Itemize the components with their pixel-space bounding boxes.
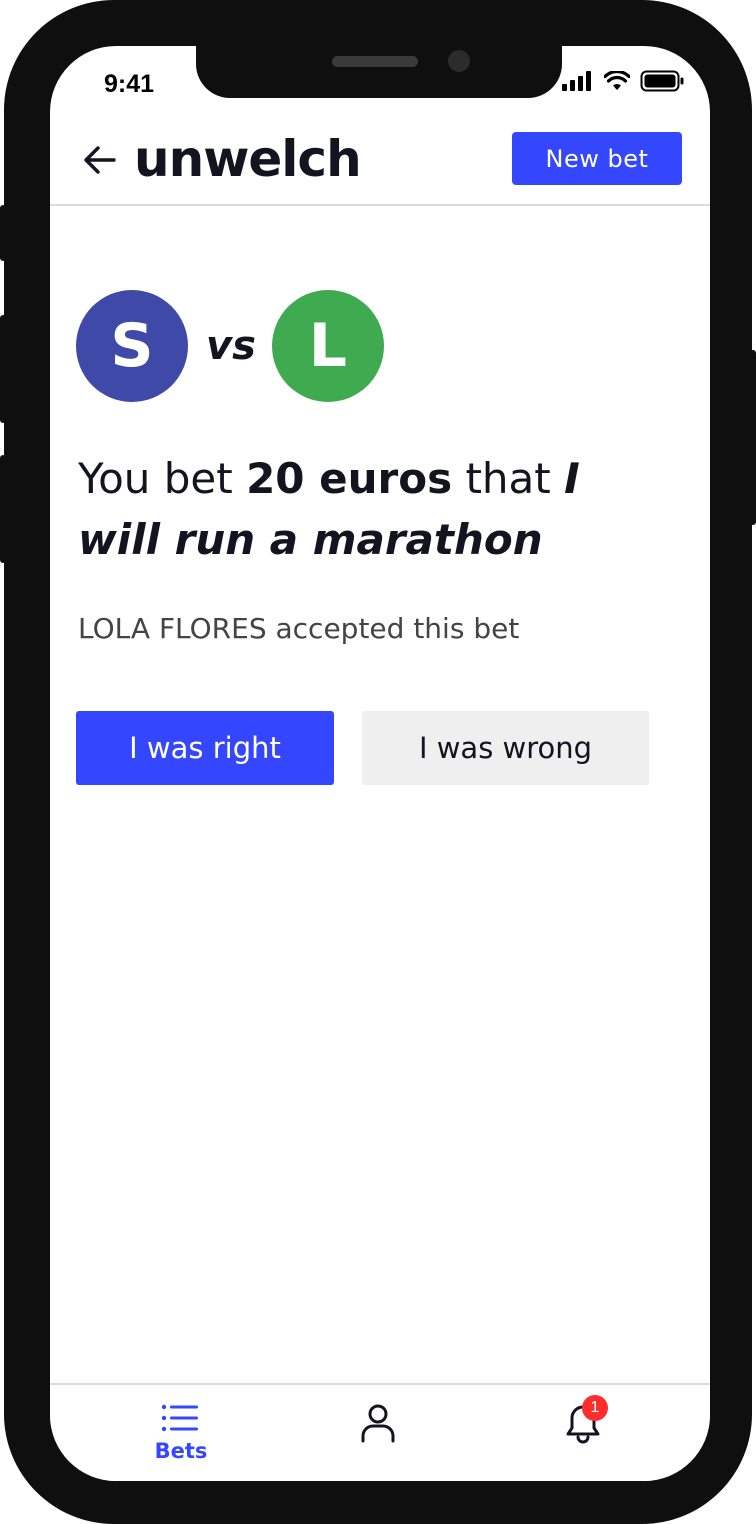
- app-logo: unwelch: [134, 130, 362, 188]
- tab-notifications[interactable]: 1: [558, 1395, 608, 1449]
- versus-row: S vs L: [76, 290, 384, 402]
- speaker-grille: [332, 56, 418, 67]
- list-icon: [161, 1404, 198, 1432]
- player-one-initial: S: [110, 311, 154, 381]
- screen: 9:41 unwelch New bet S vs L You bet 20 e…: [50, 46, 710, 1481]
- accepted-text: LOLA FLORES accepted this bet: [78, 612, 520, 645]
- status-icons: [562, 70, 684, 92]
- back-button[interactable]: [80, 140, 120, 180]
- tab-bar: Bets 1: [50, 1383, 710, 1481]
- user-icon: [361, 1404, 395, 1443]
- back-arrow-icon: [84, 146, 116, 174]
- volume-down-button: [0, 455, 6, 563]
- app-header: unwelch New bet: [50, 130, 710, 206]
- bet-statement: You bet 20 euros that I will run a marat…: [78, 448, 638, 570]
- notification-badge: 1: [582, 1395, 608, 1421]
- bet-connector: that: [465, 454, 551, 503]
- tab-profile[interactable]: [358, 1403, 398, 1447]
- notch: [196, 46, 562, 98]
- front-camera: [448, 50, 470, 72]
- tab-bets[interactable]: Bets: [146, 1403, 216, 1463]
- battery-icon: [640, 70, 684, 92]
- player-two-initial: L: [308, 311, 347, 381]
- signal-icon: [562, 71, 591, 91]
- bet-amount: 20 euros: [246, 454, 453, 503]
- i-was-right-button[interactable]: I was right: [76, 711, 334, 785]
- i-was-wrong-button[interactable]: I was wrong: [362, 711, 649, 785]
- power-button: [750, 350, 756, 525]
- new-bet-button[interactable]: New bet: [512, 132, 682, 185]
- tab-bets-label: Bets: [154, 1439, 208, 1463]
- mute-switch: [0, 205, 6, 261]
- status-time: 9:41: [104, 70, 155, 98]
- player-one-avatar: S: [76, 290, 188, 402]
- bet-prefix: You bet: [78, 454, 233, 503]
- wifi-icon: [604, 71, 630, 90]
- vs-label: vs: [206, 323, 256, 369]
- player-two-avatar: L: [271, 290, 384, 402]
- volume-up-button: [0, 315, 6, 423]
